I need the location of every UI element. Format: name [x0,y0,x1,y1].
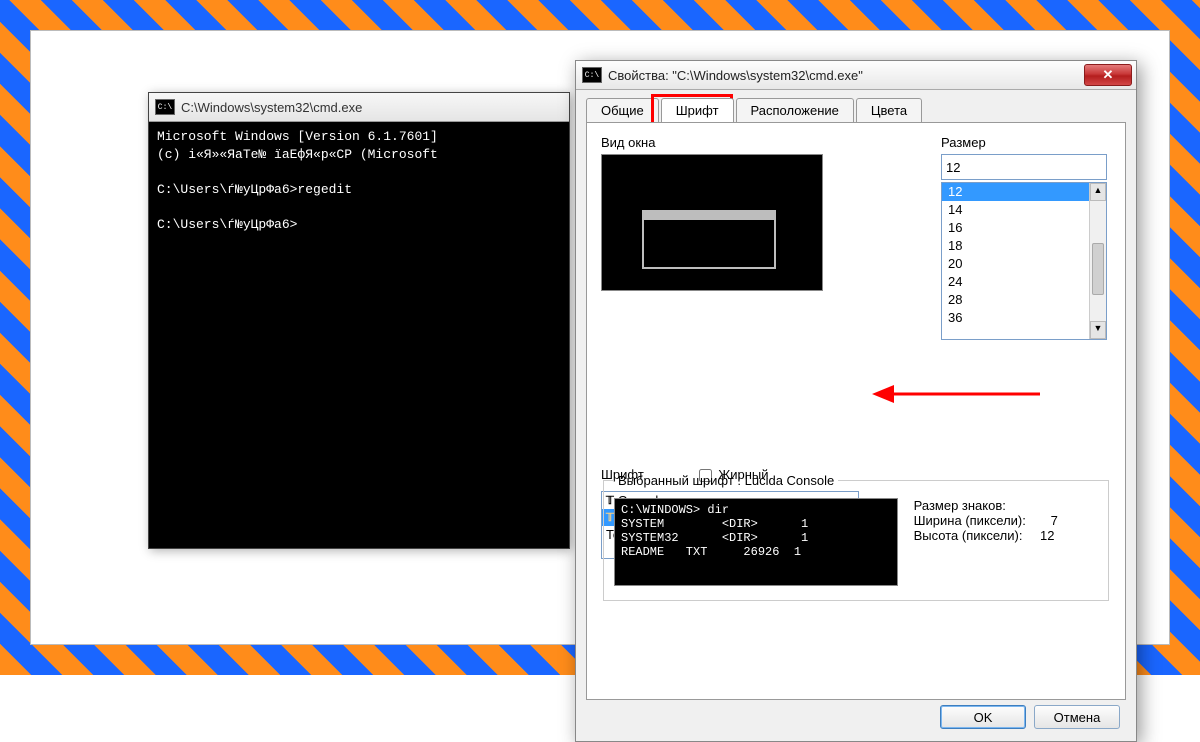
properties-dialog: C:\ Свойства: "C:\Windows\system32\cmd.e… [575,60,1137,742]
metrics-height-label: Высота (пиксели): [914,528,1023,543]
cmd-line: C:\Users\ѓ№уЦрФа6> [157,217,297,232]
size-input[interactable] [941,154,1107,180]
cmd-line: C:\Users\ѓ№уЦрФа6>regedit [157,182,352,197]
selected-font-legend: Выбранный шрифт : Lucida Console [614,473,838,488]
cmd-line: Microsoft Windows [Version 6.1.7601] [157,129,438,144]
cmd-window: C:\ C:\Windows\system32\cmd.exe Microsof… [148,92,570,549]
scrollbar[interactable]: ▲ ▼ [1089,183,1106,339]
label-size: Размер [941,135,1111,150]
size-column: Размер 12 14 16 18 20 24 28 36 ▲ ▼ [941,135,1111,340]
dialog-buttons: OK Отмена [940,705,1120,729]
tab-strip: Общие Шрифт Расположение Цвета [586,98,1126,122]
sample-line: SYSTEM32 <DIR> 1 [621,531,808,545]
tab-layout[interactable]: Расположение [736,98,854,122]
size-option[interactable]: 24 [942,273,1106,291]
sample-line: SYSTEM <DIR> 1 [621,517,808,531]
cmd-titlebar[interactable]: C:\ C:\Windows\system32\cmd.exe [149,93,569,122]
scroll-up-icon[interactable]: ▲ [1090,183,1106,201]
annotation-arrow [872,379,1042,409]
char-metrics: Размер знаков: Ширина (пиксели): 7 Высот… [914,498,1058,543]
size-option[interactable]: 36 [942,309,1106,327]
tab-colors[interactable]: Цвета [856,98,922,122]
size-option[interactable]: 14 [942,201,1106,219]
close-button[interactable]: ✕ [1084,64,1132,86]
cmd-title-text: C:\Windows\system32\cmd.exe [181,100,362,115]
cmd-body: Microsoft Windows [Version 6.1.7601] (c)… [149,122,569,239]
ok-button[interactable]: OK [940,705,1026,729]
tab-general[interactable]: Общие [586,98,659,122]
metrics-width-value: 7 [1034,513,1058,528]
metrics-title: Размер знаков: [914,498,1058,513]
cancel-button[interactable]: Отмена [1034,705,1120,729]
properties-title-text: Свойства: "C:\Windows\system32\cmd.exe" [608,68,863,83]
size-option[interactable]: 18 [942,237,1106,255]
window-preview [601,154,823,291]
metrics-height-value: 12 [1030,528,1054,543]
close-icon: ✕ [1103,67,1114,83]
cmd-icon: C:\ [582,67,602,83]
font-sample: C:\WINDOWS> dir SYSTEM <DIR> 1 SYSTEM32 … [614,498,898,586]
size-option[interactable]: 28 [942,291,1106,309]
tab-font[interactable]: Шрифт [661,98,734,122]
metrics-width-label: Ширина (пиксели): [914,513,1026,528]
sample-line: README TXT 26926 1 [621,545,801,559]
scroll-thumb[interactable] [1092,243,1104,295]
canvas: C:\ C:\Windows\system32\cmd.exe Microsof… [30,30,1170,645]
selected-font-group: Выбранный шрифт : Lucida Console C:\WIND… [603,473,1109,601]
sample-line: C:\WINDOWS> dir [621,503,729,517]
size-listbox[interactable]: 12 14 16 18 20 24 28 36 ▲ ▼ [941,182,1107,340]
cmd-icon: C:\ [155,99,175,115]
size-option[interactable]: 12 [942,183,1106,201]
size-option[interactable]: 16 [942,219,1106,237]
cmd-line: (c) і«Я»«ЯаТе№ їаЕфЯ«р«СР (Microsoft [157,147,438,162]
size-option[interactable]: 20 [942,255,1106,273]
tab-panel-font: Вид окна Размер 12 14 16 18 20 24 28 36 [586,122,1126,700]
scroll-down-icon[interactable]: ▼ [1090,321,1106,339]
window-preview-mini [642,210,776,269]
properties-titlebar[interactable]: C:\ Свойства: "C:\Windows\system32\cmd.e… [576,61,1136,90]
